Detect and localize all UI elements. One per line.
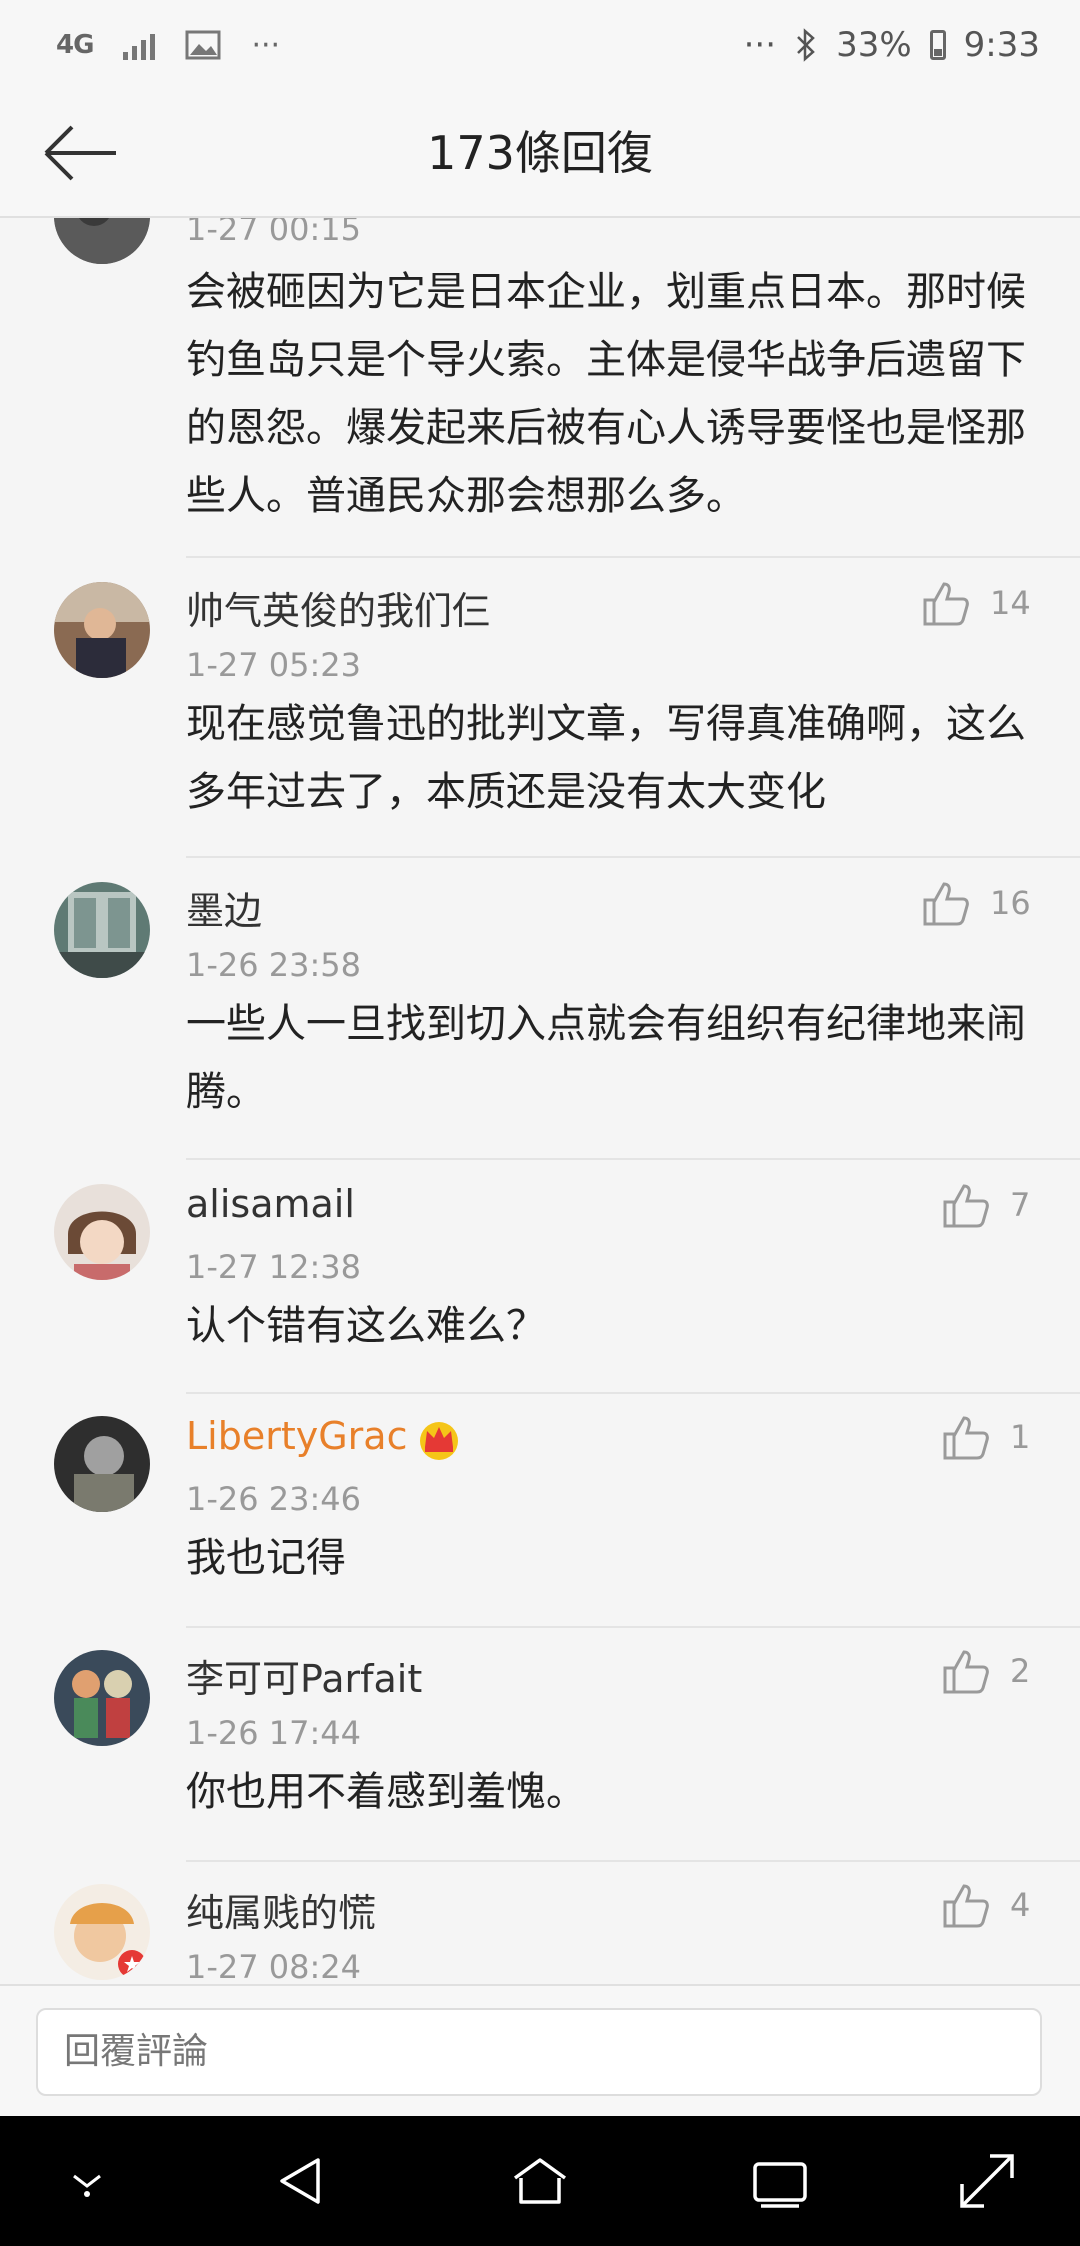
comment-time: 1-27 05:23 bbox=[186, 646, 362, 684]
author-name: LibertyGrac bbox=[186, 1414, 408, 1458]
comment-author[interactable]: 墨边 bbox=[186, 880, 262, 935]
comment-time: 1-27 08:24 bbox=[186, 1948, 362, 1982]
comment-item: 帅气英俊的我们仨 1-27 05:23 现在感觉鲁迅的批判文章，写得真准确啊，这… bbox=[0, 558, 1080, 858]
comment-item: alisamail 1-27 12:38 认个错有这么难么？ 7 bbox=[0, 1160, 1080, 1394]
like-count: 4 bbox=[1010, 1886, 1031, 1924]
like-button[interactable]: 7 bbox=[942, 1182, 1030, 1228]
nav-expand-icon[interactable] bbox=[952, 2146, 1022, 2216]
bluetooth-icon bbox=[797, 28, 815, 62]
like-button[interactable]: 16 bbox=[922, 880, 1031, 926]
comment-time: 1-26 23:58 bbox=[186, 946, 362, 984]
thumbs-up-icon bbox=[943, 1184, 989, 1228]
comment-author[interactable]: 李可可Parfait bbox=[186, 1648, 422, 1703]
avatar[interactable] bbox=[54, 1416, 150, 1512]
thumbs-up-icon bbox=[923, 882, 969, 926]
avatar[interactable] bbox=[54, 218, 150, 264]
nav-recents-icon[interactable] bbox=[745, 2146, 815, 2216]
comment-text: 认个错有这么难么？ bbox=[186, 1303, 546, 1349]
thumbs-up-icon bbox=[923, 582, 969, 626]
comment-author[interactable]: alisamail bbox=[186, 1182, 355, 1226]
navigation-bar bbox=[0, 2116, 1080, 2246]
nav-down-icon[interactable] bbox=[52, 2146, 122, 2216]
comment-author[interactable]: LibertyGrac bbox=[186, 1414, 462, 1461]
like-button[interactable]: 14 bbox=[922, 580, 1031, 626]
avatar[interactable] bbox=[54, 1650, 150, 1746]
like-count: 7 bbox=[1010, 1186, 1031, 1224]
comment-item: 1-27 00:15 会被砸因为它是日本企业，划重点日本。那时候钓鱼岛只是个导火… bbox=[0, 218, 1080, 558]
comment-time: 1-27 12:38 bbox=[186, 1248, 362, 1286]
like-button[interactable]: 2 bbox=[942, 1648, 1030, 1694]
like-button[interactable]: 4 bbox=[942, 1882, 1030, 1928]
reply-bar: 回覆評論 bbox=[0, 1984, 1080, 2118]
comment-author[interactable]: 帅气英俊的我们仨 bbox=[186, 580, 490, 635]
battery-icon bbox=[929, 30, 946, 60]
clock: 9:33 bbox=[963, 25, 1040, 65]
comment-time: 1-26 17:44 bbox=[186, 1714, 362, 1752]
back-arrow-icon[interactable] bbox=[36, 118, 126, 188]
network-type: 4G bbox=[56, 30, 94, 60]
like-button[interactable]: 1 bbox=[942, 1414, 1030, 1460]
avatar[interactable] bbox=[54, 882, 150, 978]
comment-text: 现在感觉鲁迅的批判文章，写得真准确啊，这么多年过去了，本质还是没有太大变化 bbox=[186, 701, 1026, 815]
avatar[interactable] bbox=[54, 1884, 150, 1980]
like-count: 2 bbox=[1010, 1652, 1031, 1690]
header: 173條回復 bbox=[0, 90, 1080, 218]
comment-item: LibertyGrac 1-26 23:46 我也记得 1 bbox=[0, 1394, 1080, 1628]
image-notification-icon bbox=[185, 30, 221, 60]
comment-text: 会被砸因为它是日本企业，划重点日本。那时候钓鱼岛只是个导火索。主体是侵华战争后遗… bbox=[186, 269, 1026, 519]
like-count: 1 bbox=[1010, 1418, 1031, 1456]
avatar[interactable] bbox=[54, 582, 150, 678]
like-count: 14 bbox=[990, 584, 1031, 622]
crown-badge-icon bbox=[419, 1421, 458, 1460]
comment-item: 墨边 1-26 23:58 一些人一旦找到切入点就会有组织有纪律地来闹腾。 16 bbox=[0, 858, 1080, 1160]
signal-icon bbox=[123, 30, 156, 60]
nav-back-icon[interactable] bbox=[266, 2146, 336, 2216]
comment-author[interactable]: 纯属贱的慌 bbox=[186, 1882, 376, 1937]
page-title: 173條回復 bbox=[427, 126, 653, 180]
more-notifications-icon: ··· bbox=[251, 27, 281, 63]
like-count: 16 bbox=[990, 884, 1031, 922]
thumbs-up-icon bbox=[943, 1416, 989, 1460]
avatar[interactable] bbox=[54, 1184, 150, 1280]
thumbs-up-icon bbox=[943, 1884, 989, 1928]
more-status-icon: ··· bbox=[743, 25, 777, 65]
battery-percent: 33% bbox=[836, 25, 912, 65]
comment-item: 纯属贱的慌 1-27 08:24 4 bbox=[0, 1862, 1080, 1982]
reply-input[interactable]: 回覆評論 bbox=[36, 2008, 1042, 2096]
comment-item: 李可可Parfait 1-26 17:44 你也用不着感到羞愧。 2 bbox=[0, 1628, 1080, 1862]
thumbs-up-icon bbox=[943, 1650, 989, 1694]
comment-text: 你也用不着感到羞愧。 bbox=[186, 1769, 586, 1815]
comment-list[interactable]: 1-27 00:15 会被砸因为它是日本企业，划重点日本。那时候钓鱼岛只是个导火… bbox=[0, 218, 1080, 1982]
comment-text: 我也记得 bbox=[186, 1535, 346, 1581]
comment-text: 一些人一旦找到切入点就会有组织有纪律地来闹腾。 bbox=[186, 1001, 1026, 1115]
status-bar: 4G ··· ··· 33% 9:33 bbox=[0, 0, 1080, 90]
comment-time: 1-27 00:15 bbox=[186, 218, 362, 248]
comment-time: 1-26 23:46 bbox=[186, 1480, 362, 1518]
nav-home-icon[interactable] bbox=[505, 2146, 575, 2216]
